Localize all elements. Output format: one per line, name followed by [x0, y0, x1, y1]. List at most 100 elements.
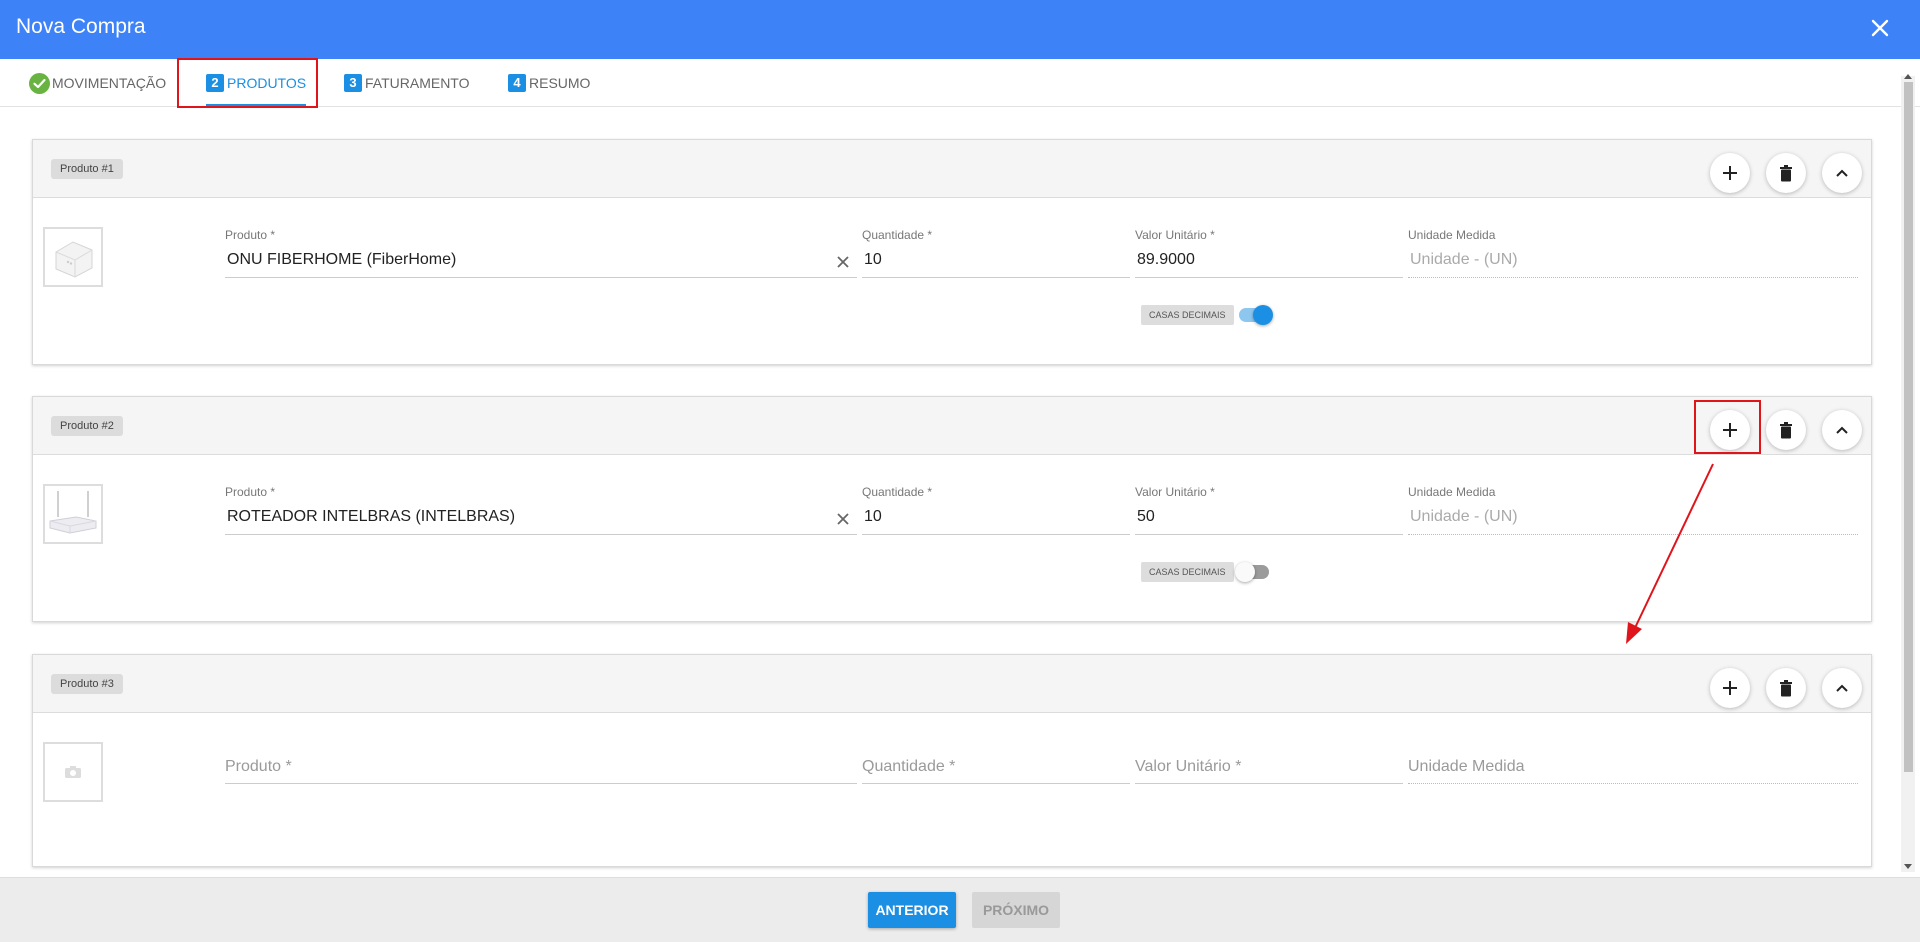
product-badge: Produto #1: [51, 159, 123, 179]
field-underline: [1135, 783, 1403, 784]
field-underline: [1408, 783, 1858, 784]
field-placeholder: Quantidade *: [862, 758, 956, 775]
clear-icon[interactable]: [835, 254, 851, 270]
field-underline: [862, 783, 1130, 784]
field-label: Valor Unitário *: [1135, 228, 1215, 242]
field-label: Valor Unitário *: [1135, 485, 1215, 499]
trash-icon: [1780, 164, 1792, 181]
casas-decimais-label: CASAS DECIMAIS: [1141, 562, 1234, 582]
field-underline: [225, 534, 857, 535]
delete-product-button[interactable]: [1766, 410, 1806, 450]
add-product-button[interactable]: [1710, 668, 1750, 708]
casas-decimais-label: CASAS DECIMAIS: [1141, 305, 1234, 325]
unit-measure-field: Unidade Medida Unidade - (UN): [1408, 228, 1858, 278]
casas-decimais-toggle[interactable]: [1235, 562, 1269, 582]
add-product-button[interactable]: [1710, 153, 1750, 193]
toggle-knob: [1235, 562, 1255, 582]
product-value: ONU FIBERHOME (FiberHome): [227, 251, 457, 268]
dialog-footer: ANTERIOR PRÓXIMO: [0, 877, 1920, 942]
field-underline: [1408, 277, 1858, 278]
quantity-value: 10: [864, 508, 882, 525]
check-circle-icon: [29, 72, 50, 94]
tab-faturamento[interactable]: 3 FATURAMENTO: [344, 59, 470, 107]
step-number: 3: [344, 74, 362, 92]
product-image: [43, 227, 103, 287]
toggle-knob: [1253, 305, 1273, 325]
field-underline: [225, 783, 857, 784]
field-label: Unidade Medida: [1408, 228, 1496, 242]
unit-price-value: 50: [1137, 508, 1155, 525]
product-badge: Produto #2: [51, 416, 123, 436]
dialog-title: Nova Compra: [16, 15, 146, 38]
unit-measure-value: Unidade - (UN): [1410, 251, 1518, 268]
scroll-down-arrow-icon[interactable]: [1904, 864, 1912, 869]
field-label: Quantidade *: [862, 485, 933, 499]
chevron-up-icon: [1836, 169, 1848, 177]
product-value: ROTEADOR INTELBRAS (INTELBRAS): [227, 508, 516, 525]
product-card-header: Produto #2: [33, 397, 1871, 455]
clear-icon[interactable]: [835, 511, 851, 527]
unit-measure-field: Unidade Medida Unidade - (UN): [1408, 485, 1858, 535]
field-placeholder: Produto *: [225, 758, 292, 775]
annotation-highlight-add-button: [1694, 400, 1761, 454]
field-underline: [1408, 534, 1858, 535]
product-badge: Produto #3: [51, 674, 123, 694]
scrollbar-thumb[interactable]: [1904, 82, 1913, 772]
close-icon[interactable]: [1866, 14, 1894, 42]
field-underline: [225, 277, 857, 278]
chevron-up-icon: [1836, 684, 1848, 692]
field-label: Produto *: [225, 485, 276, 499]
product-field[interactable]: Produto * ROTEADOR INTELBRAS (INTELBRAS): [225, 485, 857, 535]
quantity-field[interactable]: Quantidade * 10: [862, 228, 1130, 278]
dialog-header: Nova Compra: [0, 0, 1920, 59]
chevron-up-icon: [1836, 426, 1848, 434]
field-underline: [862, 534, 1130, 535]
field-label: Quantidade *: [862, 228, 933, 242]
delete-product-button[interactable]: [1766, 668, 1806, 708]
trash-icon: [1780, 421, 1792, 438]
tab-label: RESUMO: [529, 75, 591, 91]
field-underline: [1135, 534, 1403, 535]
collapse-button[interactable]: [1822, 153, 1862, 193]
product-card: Produto #2 Produto * ROTEADOR INTELBRAS …: [32, 396, 1872, 622]
previous-button[interactable]: ANTERIOR: [868, 892, 956, 928]
tab-movimentacao[interactable]: MOVIMENTAÇÃO: [29, 59, 166, 107]
unit-price-field[interactable]: Valor Unitário * 89.9000: [1135, 228, 1403, 278]
product-image: [43, 484, 103, 544]
product-card-header: Produto #1: [33, 140, 1871, 198]
field-label: Unidade Medida: [1408, 485, 1496, 499]
field-underline: [1135, 277, 1403, 278]
plus-icon: [1723, 681, 1737, 695]
tab-resumo[interactable]: 4 RESUMO: [508, 59, 590, 107]
field-placeholder: Valor Unitário *: [1135, 758, 1242, 775]
unit-price-value: 89.9000: [1137, 251, 1195, 268]
field-placeholder: Unidade Medida: [1408, 758, 1525, 775]
tab-label: FATURAMENTO: [365, 75, 470, 91]
page: Nova Compra MOVIMENTAÇÃO 2 PRODUTOS 3 FA…: [0, 0, 1920, 942]
collapse-button[interactable]: [1822, 668, 1862, 708]
field-label: Produto *: [225, 228, 276, 242]
casas-decimais-toggle[interactable]: [1239, 305, 1273, 325]
product-image-placeholder: [43, 742, 103, 802]
unit-measure-value: Unidade - (UN): [1410, 508, 1518, 525]
product-card-header: Produto #3: [33, 655, 1871, 713]
product-card: Produto #3 Produto * Quantidade * Valor …: [32, 654, 1872, 867]
camera-icon: [65, 766, 81, 778]
annotation-highlight-tab: [177, 58, 318, 108]
router-device-icon: [49, 491, 97, 534]
trash-icon: [1780, 679, 1792, 696]
collapse-button[interactable]: [1822, 410, 1862, 450]
unit-price-field[interactable]: Valor Unitário * 50: [1135, 485, 1403, 535]
product-card: Produto #1 Produto * ONU FIBERHOME (Fibe…: [32, 139, 1872, 365]
quantity-value: 10: [864, 251, 882, 268]
plus-icon: [1723, 166, 1737, 180]
step-number: 4: [508, 74, 526, 92]
next-button[interactable]: PRÓXIMO: [972, 892, 1060, 928]
scroll-up-arrow-icon[interactable]: [1904, 74, 1912, 79]
product-field[interactable]: Produto * ONU FIBERHOME (FiberHome): [225, 228, 857, 278]
tab-label: MOVIMENTAÇÃO: [52, 75, 167, 91]
quantity-field[interactable]: Quantidade * 10: [862, 485, 1130, 535]
onu-device-icon: [55, 241, 93, 278]
field-underline: [862, 277, 1130, 278]
delete-product-button[interactable]: [1766, 153, 1806, 193]
